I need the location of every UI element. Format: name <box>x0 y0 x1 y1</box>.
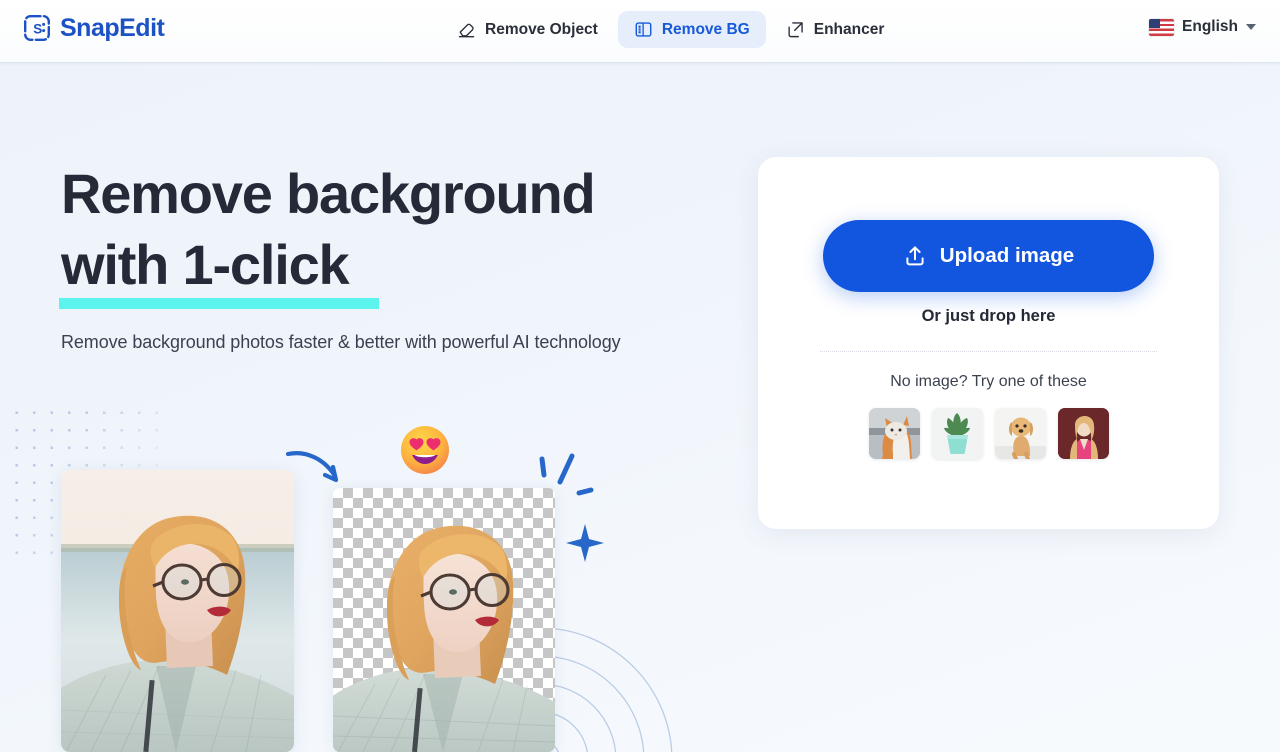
nav-item-remove-bg[interactable]: Remove BG <box>617 11 766 48</box>
upload-image-button[interactable]: Upload image <box>823 220 1154 292</box>
svg-text:S: S <box>33 21 42 36</box>
sample-thumbnails <box>758 408 1219 459</box>
hero-subtitle: Remove background photos faster & better… <box>61 332 621 352</box>
nav-label-remove-object: Remove Object <box>485 20 598 38</box>
page-title: Remove background with 1-click <box>59 158 761 309</box>
upload-arrow-icon <box>903 244 927 268</box>
drop-here-text: Or just drop here <box>921 307 1056 325</box>
chevron-down-icon <box>1246 24 1256 30</box>
nav-label-enhancer: Enhancer <box>813 20 885 38</box>
logo[interactable]: S SnapEdit <box>22 13 165 43</box>
hero-title-line2: with 1-click <box>61 233 350 296</box>
concentric-arcs-decoration <box>540 627 673 752</box>
sample-cat[interactable] <box>868 408 920 459</box>
eraser-icon <box>457 20 476 39</box>
sample-dog[interactable] <box>994 408 1046 459</box>
nav-item-remove-object[interactable]: Remove Object <box>441 11 614 48</box>
sample-woman[interactable] <box>1057 408 1109 459</box>
upload-card: Upload image Or just drop here No image?… <box>758 157 1219 529</box>
nav-item-enhancer[interactable]: Enhancer <box>770 11 901 48</box>
card-divider <box>820 351 1157 352</box>
site-header: S SnapEdit Remove Object Remove BG Enhan… <box>0 0 1280 62</box>
logo-text: SnapEdit <box>60 13 165 42</box>
remove-background-icon <box>634 20 653 39</box>
sample-plant[interactable] <box>931 408 983 459</box>
language-label: English <box>1182 18 1238 35</box>
curved-arrow-icon <box>285 451 339 483</box>
snapedit-logo-icon: S <box>22 13 52 43</box>
title-underline-highlight <box>59 298 379 309</box>
dash-marks-icon <box>539 453 604 562</box>
nav-label-remove-bg: Remove BG <box>661 20 750 38</box>
sample-prompt-text: No image? Try one of these <box>890 373 1087 390</box>
enhance-expand-icon <box>786 20 805 39</box>
after-photo-transparent <box>333 488 555 752</box>
before-photo <box>61 470 294 752</box>
us-flag-icon <box>1149 18 1175 36</box>
language-selector[interactable]: English <box>1149 18 1256 36</box>
sparkle-icon <box>566 524 604 562</box>
hero-section: Remove background with 1-click Remove ba… <box>59 158 761 353</box>
hero-title-line1: Remove background <box>61 162 596 225</box>
main-nav: Remove Object Remove BG Enhancer <box>441 11 900 48</box>
upload-button-label: Upload image <box>939 244 1075 267</box>
heart-eyes-emoji <box>401 426 449 474</box>
